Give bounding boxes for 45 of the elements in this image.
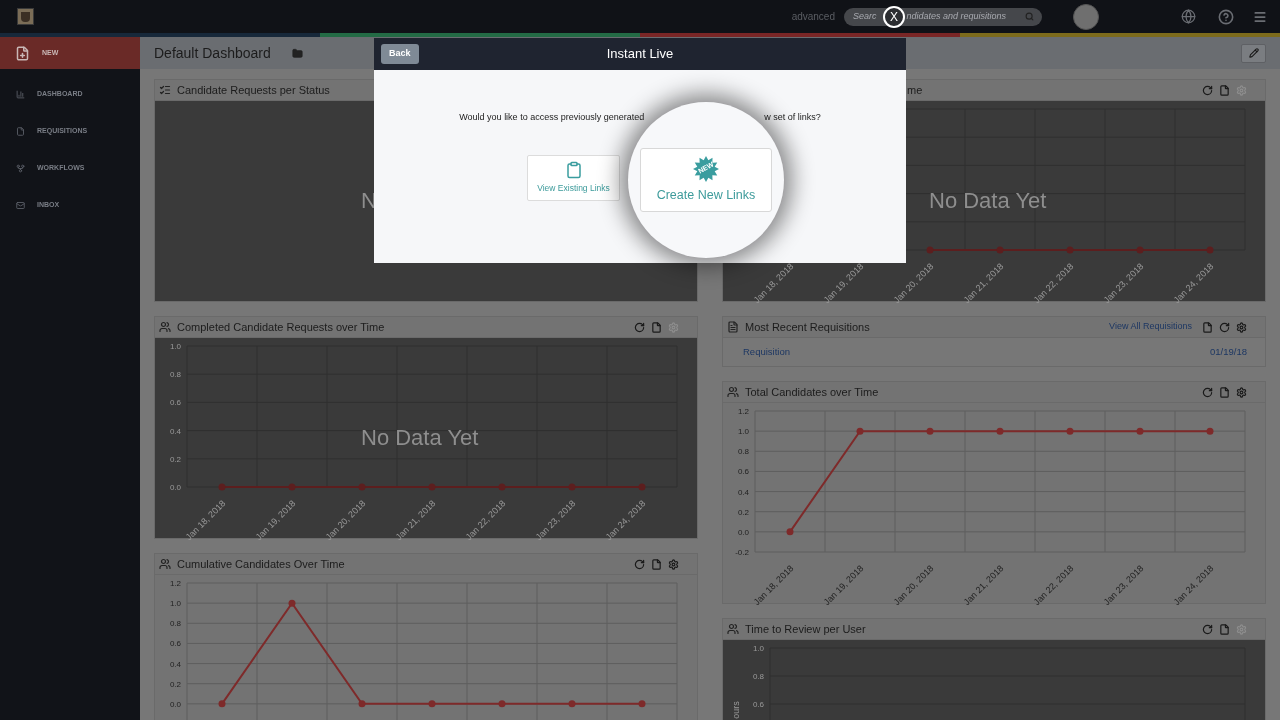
axis-tick-label: 1.0: [169, 599, 181, 609]
axis-tick-label: 0.8: [169, 619, 181, 629]
axis-tick-label: 0.2: [737, 507, 749, 517]
card-title: Candidate Requests per Status: [177, 82, 330, 98]
axis-tick-label: 0.8: [737, 447, 749, 457]
card-title: me: [906, 82, 923, 98]
no-data-message: No Data Yet: [929, 187, 1047, 213]
axis-tick-label: 1.0: [752, 644, 764, 653]
card-title: Total Candidates over Time: [745, 384, 879, 400]
card-title: Cumulative Candidates Over Time: [177, 556, 345, 572]
axis-tick-label: 0.4: [169, 659, 181, 669]
view-all-link[interactable]: View All Requisitions: [1109, 320, 1192, 334]
card-title: Completed Candidate Requests over Time: [177, 319, 385, 335]
axis-tick-label: 0.0: [169, 699, 181, 709]
axis-tick-label: -0.2: [735, 548, 749, 557]
dashboard-title: Default Dashboard: [154, 43, 271, 63]
card-title: Most Recent Requisitions: [745, 319, 870, 335]
axis-tick-label: 0.6: [737, 467, 749, 477]
axis-tick-label: 0.6: [752, 700, 764, 709]
axis-tick-label: 1.0: [169, 342, 181, 351]
advanced-link[interactable]: advanced: [791, 9, 835, 24]
axis-tick-label: 0.2: [169, 679, 181, 689]
modal-title: Instant Live: [606, 45, 674, 64]
axis-tick-label: 1.0: [737, 427, 749, 437]
axis-tick-label: 0.8: [752, 672, 764, 681]
axis-label: ours: [731, 701, 741, 719]
prompt-text: Would you like to access previously generated: [459, 111, 645, 124]
requisition-date: 01/19/18: [1210, 344, 1247, 359]
axis-tick-label: 0.4: [737, 487, 749, 497]
no-data-message: No Data Yet: [361, 424, 479, 450]
axis-tick-label: 0.6: [169, 398, 181, 408]
close-button[interactable]: X: [883, 6, 905, 28]
axis-tick-label: 0.0: [737, 527, 749, 537]
axis-tick-label: 1.2: [737, 407, 749, 416]
view-links-button[interactable]: View Existing Links: [527, 154, 620, 201]
prompt-text: w set of links?: [764, 111, 821, 124]
requisition-link[interactable]: Requisition: [743, 344, 790, 360]
axis-tick-label: 0.2: [169, 454, 181, 464]
card-title: Time to Review per User: [745, 621, 866, 637]
axis-tick-label: 0.0: [169, 483, 181, 492]
back-button[interactable]: Back: [381, 44, 419, 64]
axis-tick-label: 1.2: [169, 579, 181, 588]
axis-tick-label: 0.6: [169, 639, 181, 649]
axis-tick-label: 0.4: [169, 426, 181, 436]
axis-tick-label: 0.8: [169, 370, 181, 380]
